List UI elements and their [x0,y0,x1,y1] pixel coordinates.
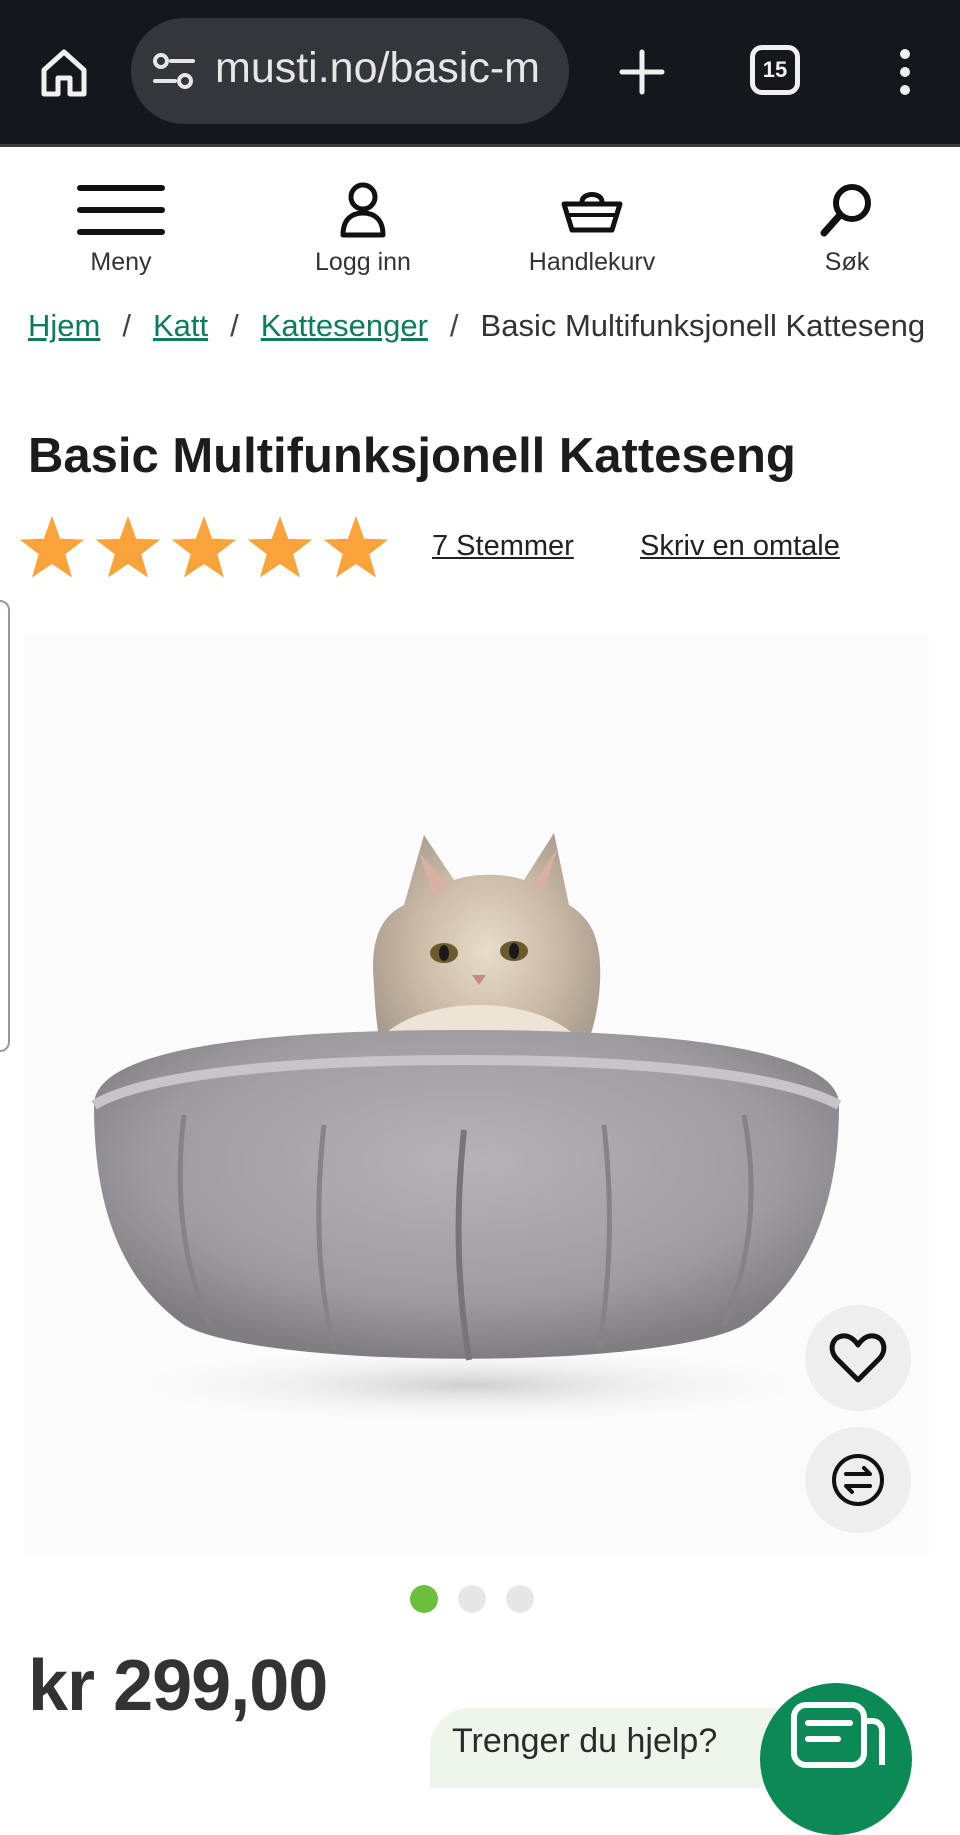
user-icon [340,182,386,238]
breadcrumb-cat-beds[interactable]: Kattesenger [261,308,428,343]
product-title: Basic Multifunksjonell Katteseng [28,429,796,483]
menu-button[interactable]: Meny [36,180,206,277]
heart-icon [829,1333,887,1383]
star-icon [323,516,389,578]
menu-label: Meny [90,248,152,276]
cart-button[interactable]: Handlekurv [507,180,677,277]
product-image [91,833,842,1425]
cart-label: Handlekurv [528,248,656,276]
breadcrumb-home[interactable]: Hjem [28,308,100,343]
breadcrumb-current: Basic Multifunksjonell Katteseng [480,308,926,343]
breadcrumb-cat[interactable]: Katt [153,308,208,343]
gallery-dot[interactable] [506,1585,534,1613]
chat-icon [791,1702,885,1768]
basket-icon [561,192,623,233]
address-bar[interactable]: musti.no/basic-m [131,18,569,124]
search-button[interactable]: Søk [762,180,932,277]
breadcrumb-separator: / [122,308,131,343]
tabs-icon[interactable]: 15 [750,45,800,95]
gallery-dot[interactable] [410,1585,438,1613]
login-label: Logg inn [315,248,411,276]
search-label: Søk [824,248,870,276]
breadcrumb-separator: / [230,308,239,343]
votes-link[interactable]: 7 Stemmer [432,530,574,563]
compare-button[interactable] [805,1427,911,1533]
site-nav: Meny Logg inn Handlekurv Søk [0,150,960,280]
product-price: kr 299,00 [28,1646,328,1726]
help-chat-label[interactable]: Trenger du hjelp? [452,1722,717,1761]
star-icon [247,516,313,578]
chat-button[interactable] [760,1683,912,1835]
rating-stars [19,516,389,578]
add-to-wishlist-button[interactable] [805,1305,911,1411]
site-settings-icon[interactable] [151,51,197,91]
plus-icon[interactable] [614,44,670,100]
product-gallery[interactable] [24,635,929,1555]
home-icon[interactable] [36,44,92,100]
url-text[interactable]: musti.no/basic-m [215,44,565,93]
side-feedback-tab[interactable] [0,600,10,1052]
browser-toolbar: musti.no/basic-m 15 [0,0,960,147]
gallery-dot[interactable] [458,1585,486,1613]
star-icon [95,516,161,578]
compare-icon [832,1454,884,1506]
login-button[interactable]: Logg inn [278,180,448,277]
breadcrumb: Hjem / Katt / Kattesenger / Basic Multifunksjo… [28,300,928,352]
more-vert-icon[interactable] [890,44,920,100]
breadcrumb-separator: / [449,308,459,343]
star-icon [19,516,85,578]
search-icon [820,184,871,237]
hamburger-icon [77,185,165,235]
write-review-link[interactable]: Skriv en omtale [640,530,840,563]
star-icon [171,516,237,578]
